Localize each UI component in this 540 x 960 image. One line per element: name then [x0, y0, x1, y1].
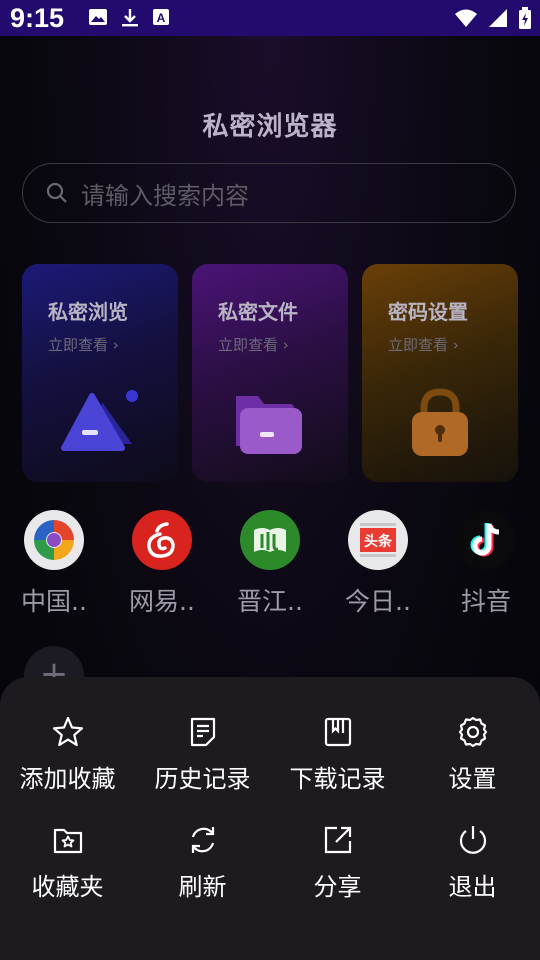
card-subtitle: 立即查看 › [218, 336, 289, 354]
china-site-logo-icon [24, 510, 84, 570]
search-icon [46, 182, 67, 203]
shortcut-netease[interactable]: 网易.. [112, 510, 212, 618]
menu-label: 刷新 [178, 873, 227, 901]
douyin-logo-icon [456, 510, 516, 570]
status-system-icons [454, 7, 532, 29]
search-placeholder: 请输入搜索内容 [81, 181, 249, 210]
star-icon [52, 716, 83, 747]
menu-label: 下载记录 [289, 765, 386, 793]
menu-label: 分享 [313, 873, 362, 901]
svg-text:头条: 头条 [364, 533, 393, 550]
search-input[interactable]: 请输入搜索内容 [22, 163, 516, 223]
menu-download-history[interactable]: 下载记录 [270, 715, 405, 794]
card-private-browse[interactable]: 私密浏览 立即查看 › [22, 264, 178, 482]
download-icon [122, 9, 138, 27]
text-a-icon: A [153, 9, 169, 25]
signal-icon [489, 9, 507, 27]
app-title: 私密浏览器 [196, 106, 344, 146]
image-icon [89, 9, 107, 25]
svg-text:A: A [157, 11, 166, 25]
menu-favorites-folder[interactable]: 收藏夹 [0, 823, 135, 902]
card-title: 密码设置 [388, 300, 468, 324]
shortcut-label: 抖音 [460, 587, 511, 616]
wifi-icon [455, 9, 477, 27]
power-icon [459, 826, 486, 854]
card-title: 私密文件 [218, 300, 298, 324]
card-password-settings[interactable]: 密码设置 立即查看 › [362, 264, 518, 482]
gear-icon [458, 716, 487, 748]
toutiao-logo-icon: 头条 [348, 510, 408, 570]
history-doc-icon [190, 717, 215, 747]
favorites-folder-icon [53, 828, 82, 854]
battery-icon [519, 7, 531, 29]
card-subtitle: 立即查看 › [48, 336, 119, 354]
status-notification-icons: A [88, 8, 170, 28]
menu-share[interactable]: 分享 [270, 823, 405, 902]
folder-icon [236, 396, 302, 454]
mountain-image-icon [61, 390, 138, 451]
share-icon [324, 826, 351, 854]
netease-music-logo-icon [132, 510, 192, 570]
shortcut-toutiao[interactable]: 头条 今日.. [328, 510, 428, 618]
card-subtitle: 立即查看 › [388, 336, 459, 354]
menu-label: 设置 [448, 765, 497, 793]
menu-add-favorite[interactable]: 添加收藏 [0, 715, 135, 794]
shortcut-label: 今日.. [345, 587, 411, 616]
card-private-files[interactable]: 私密文件 立即查看 › [192, 264, 348, 482]
menu-label: 退出 [448, 873, 497, 901]
status-bar: 9:15 A [0, 0, 540, 36]
status-time: 9:15 [10, 3, 65, 33]
menu-label: 收藏夹 [31, 873, 104, 901]
menu-label: 历史记录 [154, 765, 251, 793]
card-title: 私密浏览 [48, 300, 128, 324]
padlock-icon [412, 388, 468, 456]
shortcut-china[interactable]: 中国.. [4, 510, 104, 618]
menu-label: 添加收藏 [19, 765, 116, 793]
menu-refresh[interactable]: 刷新 [135, 823, 270, 902]
shortcut-douyin[interactable]: 抖音 [436, 510, 536, 618]
jinjiang-logo-icon [240, 510, 300, 570]
menu-history[interactable]: 历史记录 [135, 715, 270, 794]
bottom-menu-sheet: 添加收藏 历史记录 下载记录 设置 收藏夹 刷新 分享 退出 [0, 677, 540, 960]
shortcut-label: 网易.. [129, 587, 195, 616]
shortcut-jinjiang[interactable]: 晋江.. [220, 510, 320, 618]
shortcut-label: 晋江.. [237, 587, 303, 616]
shortcut-label: 中国.. [21, 587, 87, 616]
menu-exit[interactable]: 退出 [405, 823, 540, 902]
refresh-icon [191, 827, 214, 853]
download-record-icon [324, 717, 351, 747]
app-header: 私密浏览器 [0, 106, 540, 146]
menu-settings[interactable]: 设置 [405, 715, 540, 794]
